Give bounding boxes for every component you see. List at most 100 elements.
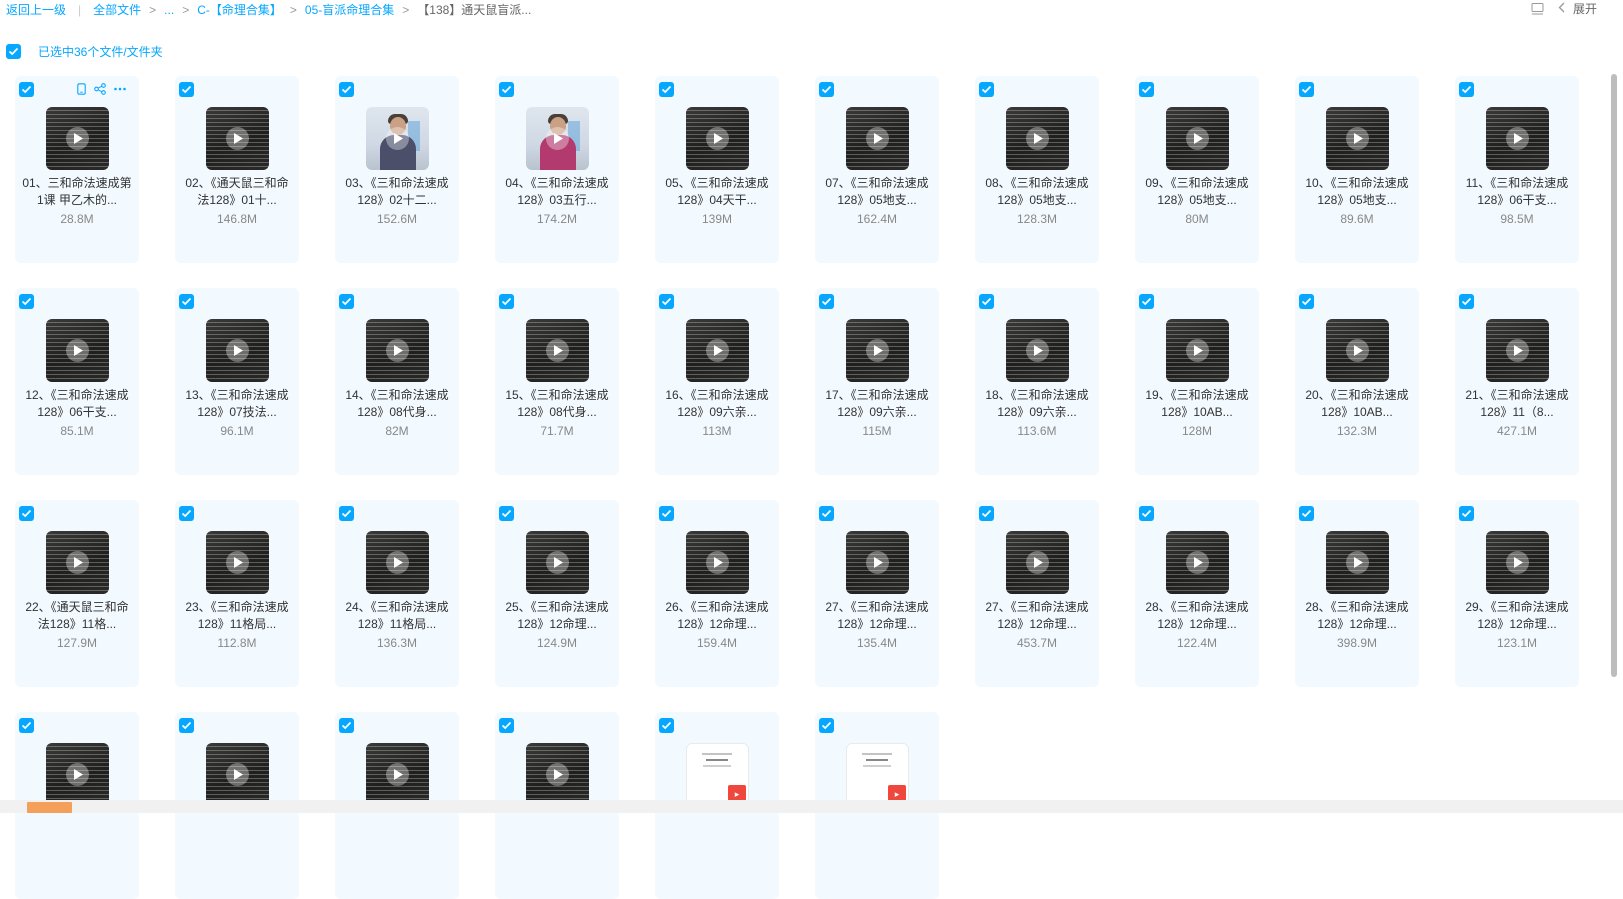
file-card[interactable]: 15、《三和命法速成128》08代身... 71.7M: [495, 288, 619, 475]
file-checkbox[interactable]: [1139, 506, 1154, 521]
file-name[interactable]: 24、《三和命法速成128》11格局...: [341, 599, 453, 633]
file-card[interactable]: 25、《三和命法速成128》12命理... 124.9M: [495, 500, 619, 687]
file-card[interactable]: 24、《三和命法速成128》11格局... 136.3M: [335, 500, 459, 687]
file-card[interactable]: 01、三和命法速成第1课 甲乙木的... 28.8M: [15, 76, 139, 263]
file-card[interactable]: 05、《三和命法速成128》04天干... 139M: [655, 76, 779, 263]
file-card[interactable]: 28、《三和命法速成128》12命理... 122.4M: [1135, 500, 1259, 687]
expand-button[interactable]: 展开: [1558, 0, 1597, 17]
file-checkbox[interactable]: [19, 82, 34, 97]
file-checkbox[interactable]: [1459, 82, 1474, 97]
file-card[interactable]: 20、《三和命法速成128》10AB... 132.3M: [1295, 288, 1419, 475]
crumb-ellipsis[interactable]: ...: [164, 3, 174, 17]
list-view-icon[interactable]: [1531, 2, 1544, 15]
file-checkbox[interactable]: [819, 718, 834, 733]
file-checkbox[interactable]: [979, 82, 994, 97]
file-checkbox[interactable]: [179, 294, 194, 309]
file-card[interactable]: 12、《三和命法速成128》06干支... 85.1M: [15, 288, 139, 475]
crumb-c-collection[interactable]: C-【命理合集】: [197, 1, 282, 18]
file-name[interactable]: 25、《三和命法速成128》12命理...: [501, 599, 613, 633]
file-checkbox[interactable]: [659, 506, 674, 521]
file-checkbox[interactable]: [339, 506, 354, 521]
file-checkbox[interactable]: [1299, 294, 1314, 309]
file-name[interactable]: 20、《三和命法速成128》10AB...: [1301, 387, 1413, 421]
vertical-scrollbar[interactable]: [1611, 74, 1617, 677]
file-checkbox[interactable]: [819, 82, 834, 97]
file-name[interactable]: 11、《三和命法速成128》06干支...: [1461, 175, 1573, 209]
file-checkbox[interactable]: [1459, 506, 1474, 521]
file-card[interactable]: 27、《三和命法速成128》12命理... 135.4M: [815, 500, 939, 687]
file-name[interactable]: 01、三和命法速成第1课 甲乙木的...: [21, 175, 133, 209]
file-name[interactable]: 28、《三和命法速成128》12命理...: [1141, 599, 1253, 633]
file-checkbox[interactable]: [499, 506, 514, 521]
file-card[interactable]: 18、《三和命法速成128》09六亲... 113.6M: [975, 288, 1099, 475]
file-checkbox[interactable]: [179, 82, 194, 97]
file-card[interactable]: 28、《三和命法速成128》12命理... 398.9M: [1295, 500, 1419, 687]
file-checkbox[interactable]: [1139, 294, 1154, 309]
phone-icon[interactable]: [77, 83, 86, 95]
file-checkbox[interactable]: [659, 294, 674, 309]
file-name[interactable]: 17、《三和命法速成128》09六亲...: [821, 387, 933, 421]
file-card[interactable]: 08、《三和命法速成128》05地支... 128.3M: [975, 76, 1099, 263]
file-name[interactable]: 27、《三和命法速成128》12命理...: [981, 599, 1093, 633]
file-checkbox[interactable]: [1299, 82, 1314, 97]
back-link[interactable]: 返回上一级: [6, 1, 66, 18]
file-checkbox[interactable]: [819, 294, 834, 309]
share-icon[interactable]: [94, 83, 106, 95]
file-card[interactable]: 11、《三和命法速成128》06干支... 98.5M: [1455, 76, 1579, 263]
file-card[interactable]: 16、《三和命法速成128》09六亲... 113M: [655, 288, 779, 475]
file-card[interactable]: 13、《三和命法速成128》07技法... 96.1M: [175, 288, 299, 475]
file-name[interactable]: 19、《三和命法速成128》10AB...: [1141, 387, 1253, 421]
file-name[interactable]: 21、《三和命法速成128》11（8...: [1461, 387, 1573, 421]
file-name[interactable]: 03、《三和命法速成128》02十二...: [341, 175, 453, 209]
file-name[interactable]: 04、《三和命法速成128》03五行...: [501, 175, 613, 209]
file-checkbox[interactable]: [339, 82, 354, 97]
file-card[interactable]: 26、《三和命法速成128》12命理... 159.4M: [655, 500, 779, 687]
file-card[interactable]: 29、《三和命法速成128》12命理... 123.1M: [1455, 500, 1579, 687]
file-checkbox[interactable]: [979, 506, 994, 521]
file-card[interactable]: 02、《通天鼠三和命法128》01十... 146.8M: [175, 76, 299, 263]
more-icon[interactable]: [114, 87, 126, 91]
horizontal-scrollbar-track[interactable]: [0, 800, 1623, 813]
file-checkbox[interactable]: [19, 294, 34, 309]
file-checkbox[interactable]: [179, 506, 194, 521]
file-name[interactable]: 02、《通天鼠三和命法128》01十...: [181, 175, 293, 209]
file-card[interactable]: 19、《三和命法速成128》10AB... 128M: [1135, 288, 1259, 475]
file-name[interactable]: 26、《三和命法速成128》12命理...: [661, 599, 773, 633]
file-checkbox[interactable]: [819, 506, 834, 521]
file-checkbox[interactable]: [499, 82, 514, 97]
file-card[interactable]: 23、《三和命法速成128》11格局... 112.8M: [175, 500, 299, 687]
file-card[interactable]: 17、《三和命法速成128》09六亲... 115M: [815, 288, 939, 475]
crumb-05-collection[interactable]: 05-盲派命理合集: [305, 1, 394, 18]
file-checkbox[interactable]: [659, 82, 674, 97]
file-card[interactable]: 07、《三和命法速成128》05地支... 162.4M: [815, 76, 939, 263]
file-name[interactable]: 14、《三和命法速成128》08代身...: [341, 387, 453, 421]
file-checkbox[interactable]: [1139, 82, 1154, 97]
file-card[interactable]: 14、《三和命法速成128》08代身... 82M: [335, 288, 459, 475]
file-name[interactable]: 10、《三和命法速成128》05地支...: [1301, 175, 1413, 209]
file-checkbox[interactable]: [179, 718, 194, 733]
file-name[interactable]: 27、《三和命法速成128》12命理...: [821, 599, 933, 633]
file-card[interactable]: 21、《三和命法速成128》11（8... 427.1M: [1455, 288, 1579, 475]
file-name[interactable]: 16、《三和命法速成128》09六亲...: [661, 387, 773, 421]
file-name[interactable]: 08、《三和命法速成128》05地支...: [981, 175, 1093, 209]
file-name[interactable]: 23、《三和命法速成128》11格局...: [181, 599, 293, 633]
file-name[interactable]: 29、《三和命法速成128》12命理...: [1461, 599, 1573, 633]
file-checkbox[interactable]: [1299, 506, 1314, 521]
file-checkbox[interactable]: [659, 718, 674, 733]
file-card[interactable]: 27、《三和命法速成128》12命理... 453.7M: [975, 500, 1099, 687]
file-card[interactable]: 09、《三和命法速成128》05地支... 80M: [1135, 76, 1259, 263]
file-checkbox[interactable]: [339, 718, 354, 733]
select-all-checkbox[interactable]: [6, 44, 21, 59]
file-card[interactable]: 03、《三和命法速成128》02十二... 152.6M: [335, 76, 459, 263]
file-name[interactable]: 18、《三和命法速成128》09六亲...: [981, 387, 1093, 421]
file-name[interactable]: 07、《三和命法速成128》05地支...: [821, 175, 933, 209]
file-name[interactable]: 13、《三和命法速成128》07技法...: [181, 387, 293, 421]
horizontal-scrollbar-thumb[interactable]: [27, 802, 72, 813]
file-name[interactable]: 05、《三和命法速成128》04天干...: [661, 175, 773, 209]
file-checkbox[interactable]: [1459, 294, 1474, 309]
file-card[interactable]: 04、《三和命法速成128》03五行... 174.2M: [495, 76, 619, 263]
file-name[interactable]: 28、《三和命法速成128》12命理...: [1301, 599, 1413, 633]
file-card[interactable]: 22、《通天鼠三和命法128》11格... 127.9M: [15, 500, 139, 687]
file-name[interactable]: 22、《通天鼠三和命法128》11格...: [21, 599, 133, 633]
file-checkbox[interactable]: [499, 718, 514, 733]
